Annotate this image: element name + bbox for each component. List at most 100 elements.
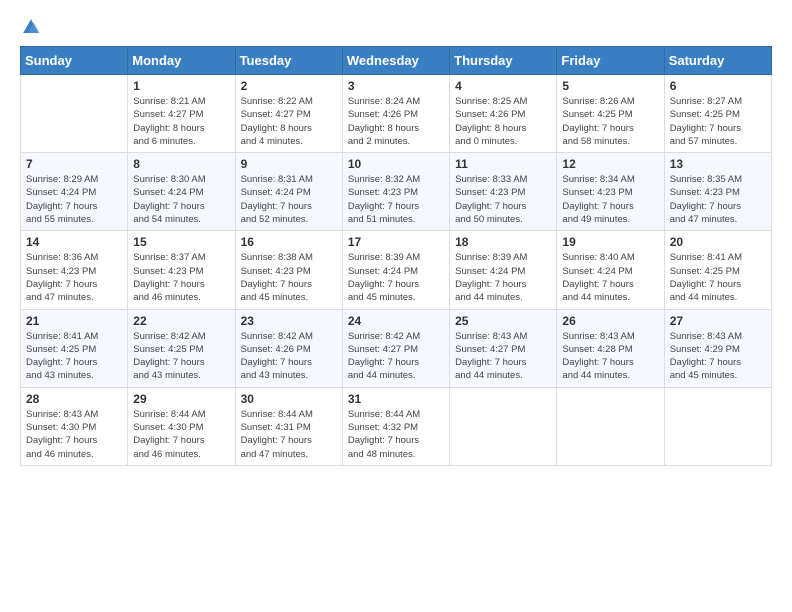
calendar-cell: 19 Sunrise: 8:40 AMSunset: 4:24 PMDayligh… <box>557 231 664 309</box>
day-info: Sunrise: 8:43 AMSunset: 4:28 PMDaylight:… <box>562 330 658 383</box>
day-number: 2 <box>241 79 337 93</box>
weekday-header-row: SundayMondayTuesdayWednesdayThursdayFrid… <box>21 47 772 75</box>
weekday-header-saturday: Saturday <box>664 47 771 75</box>
day-info: Sunrise: 8:39 AMSunset: 4:24 PMDaylight:… <box>455 251 551 304</box>
day-info: Sunrise: 8:39 AMSunset: 4:24 PMDaylight:… <box>348 251 444 304</box>
day-info: Sunrise: 8:35 AMSunset: 4:23 PMDaylight:… <box>670 173 766 226</box>
calendar-cell: 6 Sunrise: 8:27 AMSunset: 4:25 PMDaylight… <box>664 75 771 153</box>
calendar-cell: 16 Sunrise: 8:38 AMSunset: 4:23 PMDayligh… <box>235 231 342 309</box>
calendar-week-5: 28Sunrise: 8:43 AMSunset: 4:30 PMDayligh… <box>21 387 772 465</box>
calendar-table: SundayMondayTuesdayWednesdayThursdayFrid… <box>20 46 772 466</box>
day-info: Sunrise: 8:44 AMSunset: 4:30 PMDaylight:… <box>133 408 229 461</box>
calendar-cell: 9Sunrise: 8:31 AMSunset: 4:24 PMDaylight… <box>235 153 342 231</box>
day-info: Sunrise: 8:43 AMSunset: 4:29 PMDaylight:… <box>670 330 766 383</box>
day-number: 10 <box>348 157 444 171</box>
calendar-cell: 18 Sunrise: 8:39 AMSunset: 4:24 PMDayligh… <box>450 231 557 309</box>
day-number: 24 <box>348 314 444 328</box>
day-info: Sunrise: 8:22 AMSunset: 4:27 PMDaylight:… <box>241 95 337 148</box>
calendar-cell: 1Sunrise: 8:21 AMSunset: 4:27 PMDaylight… <box>128 75 235 153</box>
calendar-cell: 7 Sunrise: 8:29 AMSunset: 4:24 PMDaylight… <box>21 153 128 231</box>
day-info: Sunrise: 8:36 AMSunset: 4:23 PMDaylight:… <box>26 251 122 304</box>
day-info: Sunrise: 8:43 AMSunset: 4:27 PMDaylight:… <box>455 330 551 383</box>
calendar-cell <box>557 387 664 465</box>
calendar-cell: 20Sunrise: 8:41 AMSunset: 4:25 PMDayligh… <box>664 231 771 309</box>
day-info: Sunrise: 8:33 AMSunset: 4:23 PMDaylight:… <box>455 173 551 226</box>
day-number: 16 <box>241 235 337 249</box>
day-info: Sunrise: 8:24 AMSunset: 4:26 PMDaylight:… <box>348 95 444 148</box>
day-info: Sunrise: 8:30 AMSunset: 4:24 PMDaylight:… <box>133 173 229 226</box>
calendar-cell: 28Sunrise: 8:43 AMSunset: 4:30 PMDayligh… <box>21 387 128 465</box>
day-number: 26 <box>562 314 658 328</box>
day-info: Sunrise: 8:29 AMSunset: 4:24 PMDaylight:… <box>26 173 122 226</box>
calendar-cell: 11 Sunrise: 8:33 AMSunset: 4:23 PMDayligh… <box>450 153 557 231</box>
calendar-cell: 17 Sunrise: 8:39 AMSunset: 4:24 PMDayligh… <box>342 231 449 309</box>
day-number: 19 <box>562 235 658 249</box>
day-number: 3 <box>348 79 444 93</box>
day-number: 14 <box>26 235 122 249</box>
calendar-cell: 3 Sunrise: 8:24 AMSunset: 4:26 PMDaylight… <box>342 75 449 153</box>
calendar-cell: 10 Sunrise: 8:32 AMSunset: 4:23 PMDayligh… <box>342 153 449 231</box>
day-number: 8 <box>133 157 229 171</box>
day-number: 6 <box>670 79 766 93</box>
day-number: 4 <box>455 79 551 93</box>
day-number: 11 <box>455 157 551 171</box>
day-info: Sunrise: 8:44 AMSunset: 4:31 PMDaylight:… <box>241 408 337 461</box>
day-info: Sunrise: 8:40 AMSunset: 4:24 PMDaylight:… <box>562 251 658 304</box>
calendar-cell: 31 Sunrise: 8:44 AMSunset: 4:32 PMDayligh… <box>342 387 449 465</box>
day-number: 21 <box>26 314 122 328</box>
day-info: Sunrise: 8:38 AMSunset: 4:23 PMDaylight:… <box>241 251 337 304</box>
day-number: 12 <box>562 157 658 171</box>
weekday-header-thursday: Thursday <box>450 47 557 75</box>
page-header <box>20 20 772 36</box>
calendar-week-3: 14 Sunrise: 8:36 AMSunset: 4:23 PMDayligh… <box>21 231 772 309</box>
weekday-header-sunday: Sunday <box>21 47 128 75</box>
calendar-cell: 29 Sunrise: 8:44 AMSunset: 4:30 PMDayligh… <box>128 387 235 465</box>
calendar-cell: 30 Sunrise: 8:44 AMSunset: 4:31 PMDayligh… <box>235 387 342 465</box>
day-number: 30 <box>241 392 337 406</box>
calendar-cell: 13 Sunrise: 8:35 AMSunset: 4:23 PMDayligh… <box>664 153 771 231</box>
day-info: Sunrise: 8:41 AMSunset: 4:25 PMDaylight:… <box>26 330 122 383</box>
day-number: 5 <box>562 79 658 93</box>
day-number: 27 <box>670 314 766 328</box>
day-number: 25 <box>455 314 551 328</box>
calendar-cell: 23Sunrise: 8:42 AMSunset: 4:26 PMDayligh… <box>235 309 342 387</box>
day-number: 18 <box>455 235 551 249</box>
day-number: 17 <box>348 235 444 249</box>
calendar-cell: 24 Sunrise: 8:42 AMSunset: 4:27 PMDayligh… <box>342 309 449 387</box>
weekday-header-monday: Monday <box>128 47 235 75</box>
calendar-cell <box>21 75 128 153</box>
day-number: 22 <box>133 314 229 328</box>
day-number: 15 <box>133 235 229 249</box>
calendar-cell: 8 Sunrise: 8:30 AMSunset: 4:24 PMDaylight… <box>128 153 235 231</box>
day-info: Sunrise: 8:42 AMSunset: 4:27 PMDaylight:… <box>348 330 444 383</box>
weekday-header-wednesday: Wednesday <box>342 47 449 75</box>
day-number: 7 <box>26 157 122 171</box>
day-number: 20 <box>670 235 766 249</box>
day-info: Sunrise: 8:26 AMSunset: 4:25 PMDaylight:… <box>562 95 658 148</box>
calendar-week-1: 1Sunrise: 8:21 AMSunset: 4:27 PMDaylight… <box>21 75 772 153</box>
day-info: Sunrise: 8:42 AMSunset: 4:26 PMDaylight:… <box>241 330 337 383</box>
day-info: Sunrise: 8:34 AMSunset: 4:23 PMDaylight:… <box>562 173 658 226</box>
logo-icon <box>22 18 40 36</box>
calendar-cell: 5 Sunrise: 8:26 AMSunset: 4:25 PMDaylight… <box>557 75 664 153</box>
day-number: 13 <box>670 157 766 171</box>
weekday-header-friday: Friday <box>557 47 664 75</box>
calendar-cell: 25 Sunrise: 8:43 AMSunset: 4:27 PMDayligh… <box>450 309 557 387</box>
calendar-cell <box>664 387 771 465</box>
day-number: 31 <box>348 392 444 406</box>
calendar-cell: 14 Sunrise: 8:36 AMSunset: 4:23 PMDayligh… <box>21 231 128 309</box>
day-number: 28 <box>26 392 122 406</box>
weekday-header-tuesday: Tuesday <box>235 47 342 75</box>
day-info: Sunrise: 8:44 AMSunset: 4:32 PMDaylight:… <box>348 408 444 461</box>
day-info: Sunrise: 8:32 AMSunset: 4:23 PMDaylight:… <box>348 173 444 226</box>
calendar-cell: 27 Sunrise: 8:43 AMSunset: 4:29 PMDayligh… <box>664 309 771 387</box>
calendar-cell: 4 Sunrise: 8:25 AMSunset: 4:26 PMDaylight… <box>450 75 557 153</box>
logo <box>20 20 40 36</box>
calendar-cell: 26 Sunrise: 8:43 AMSunset: 4:28 PMDayligh… <box>557 309 664 387</box>
day-info: Sunrise: 8:25 AMSunset: 4:26 PMDaylight:… <box>455 95 551 148</box>
calendar-cell: 21 Sunrise: 8:41 AMSunset: 4:25 PMDayligh… <box>21 309 128 387</box>
day-info: Sunrise: 8:27 AMSunset: 4:25 PMDaylight:… <box>670 95 766 148</box>
day-number: 29 <box>133 392 229 406</box>
calendar-cell: 15Sunrise: 8:37 AMSunset: 4:23 PMDayligh… <box>128 231 235 309</box>
calendar-cell: 12 Sunrise: 8:34 AMSunset: 4:23 PMDayligh… <box>557 153 664 231</box>
